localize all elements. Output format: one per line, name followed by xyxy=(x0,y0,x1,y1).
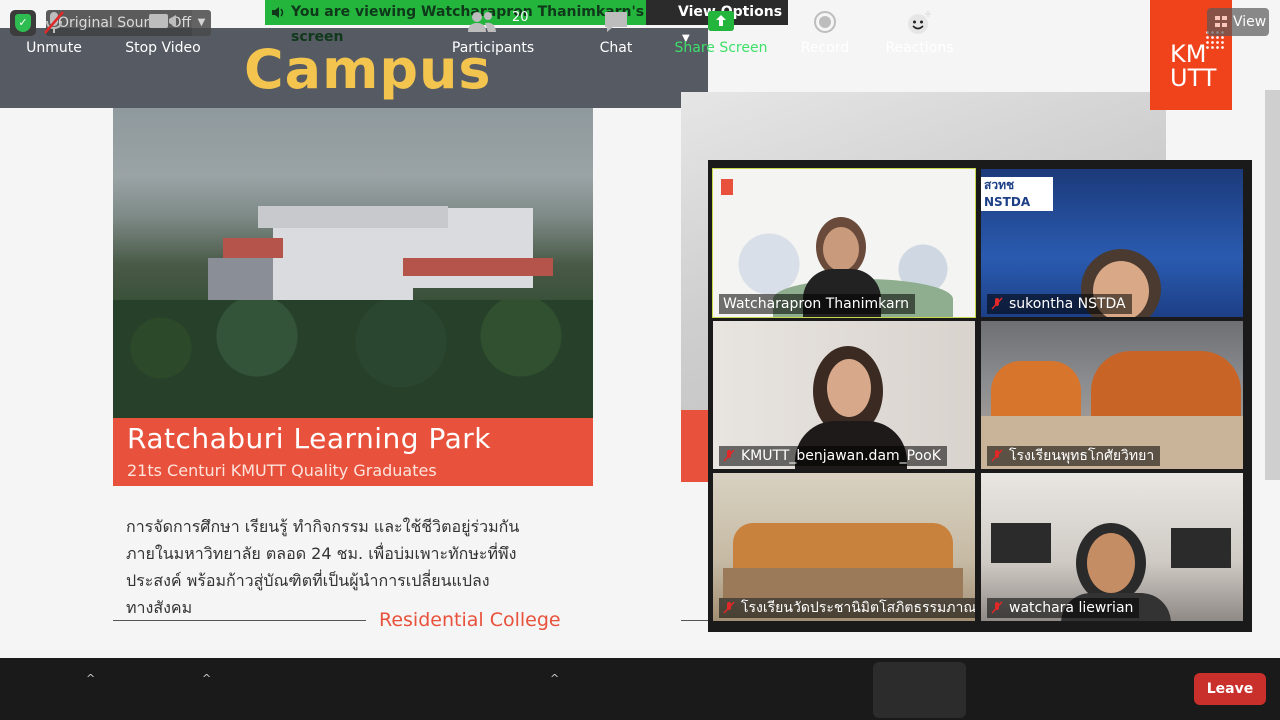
video-gallery: Watcharapron Thanimkarn สวทช NSTDA sukon… xyxy=(708,160,1252,632)
muted-mic-icon xyxy=(44,11,64,34)
grid-icon xyxy=(1215,16,1228,28)
participant-tile[interactable]: โรงเรียนวัดประชานิมิตโสภิตธรรมภาณ xyxy=(713,473,975,621)
share-screen-label: Share Screen xyxy=(674,40,768,56)
emoji-plus-icon xyxy=(907,11,931,34)
park-subtitle: 21ts Centuri KMUTT Quality Graduates xyxy=(127,461,437,480)
participant-tile[interactable]: สวทช NSTDA sukontha NSTDA xyxy=(981,169,1243,317)
muted-mic-icon xyxy=(723,449,735,462)
record-button[interactable]: Record xyxy=(794,0,856,62)
participant-name: Watcharapron Thanimkarn xyxy=(719,294,915,314)
unmute-button[interactable]: Unmute xyxy=(18,0,90,62)
body-line: การจัดการศึกษา เรียนรู้ ทำกิจกรรม และใช้… xyxy=(126,517,520,536)
accent-strip xyxy=(681,410,711,482)
slide-edge xyxy=(1265,90,1280,480)
participants-count: 20 xyxy=(512,10,529,25)
participant-tile[interactable]: โรงเรียนพุทธโกศัยวิทยา xyxy=(981,321,1243,469)
reactions-button[interactable]: Reactions xyxy=(873,0,966,62)
divider xyxy=(681,620,711,621)
unmute-label: Unmute xyxy=(26,40,82,56)
stop-video-button[interactable]: Stop Video xyxy=(120,0,206,62)
participants-button[interactable]: 20 Participants xyxy=(448,0,538,62)
logo-text: KM UTT xyxy=(1170,40,1217,92)
nstda-logo: สวทช NSTDA xyxy=(981,177,1053,211)
view-label: View xyxy=(1233,14,1267,30)
participants-icon xyxy=(468,12,497,32)
participant-name: KMUTT_benjawan.dam_PooK xyxy=(719,446,947,466)
share-screen-icon xyxy=(708,11,734,31)
speaker-icon xyxy=(272,7,284,18)
muted-mic-icon xyxy=(991,449,1003,462)
participant-name: sukontha NSTDA xyxy=(987,294,1132,314)
record-label: Record xyxy=(800,40,850,56)
chat-button[interactable]: Chat xyxy=(584,0,648,62)
leave-button[interactable]: Leave xyxy=(1194,673,1266,705)
park-title: Ratchaburi Learning Park xyxy=(127,422,491,455)
body-line: ประสงค์ พร้อมก้าวสู่บัณฑิตที่เป็นผู้นำกา… xyxy=(126,571,490,590)
reactions-label: Reactions xyxy=(885,40,954,56)
record-icon xyxy=(814,11,836,33)
chevron-up-icon[interactable]: ^ xyxy=(202,672,211,685)
meeting-toolbar xyxy=(0,658,1280,720)
chat-label: Chat xyxy=(599,40,633,56)
video-camera-icon xyxy=(149,14,176,28)
participant-tile[interactable]: KMUTT_benjawan.dam_PooK xyxy=(713,321,975,469)
participants-label: Participants xyxy=(451,40,535,56)
muted-mic-icon xyxy=(991,601,1003,614)
reactions-highlight xyxy=(873,662,966,718)
muted-mic-icon xyxy=(991,297,1003,310)
view-button[interactable]: View xyxy=(1207,8,1269,36)
share-screen-button[interactable]: Share Screen xyxy=(674,0,768,62)
slide-body-text: การจัดการศึกษา เรียนรู้ ทำกิจกรรม และใช้… xyxy=(126,513,586,621)
participant-name: โรงเรียนวัดประชานิมิตโสภิตธรรมภาณ xyxy=(719,598,975,618)
muted-mic-icon xyxy=(723,601,735,614)
chevron-up-icon[interactable]: ^ xyxy=(86,672,95,685)
campus-photo xyxy=(113,108,593,420)
body-line: ภายในมหาวิทยาลัย ตลอด 24 ชม. เพื่อบ่มเพา… xyxy=(126,544,517,563)
divider xyxy=(113,620,366,621)
participant-tile[interactable]: watchara liewrian xyxy=(981,473,1243,621)
participant-name: watchara liewrian xyxy=(987,598,1140,618)
chat-icon xyxy=(605,12,627,32)
residential-college-label: Residential College xyxy=(379,609,561,631)
participant-tile[interactable]: Watcharapron Thanimkarn xyxy=(712,168,976,318)
stop-video-label: Stop Video xyxy=(125,40,201,56)
chevron-up-icon[interactable]: ^ xyxy=(550,672,559,685)
participant-name: โรงเรียนพุทธโกศัยวิทยา xyxy=(987,446,1161,466)
